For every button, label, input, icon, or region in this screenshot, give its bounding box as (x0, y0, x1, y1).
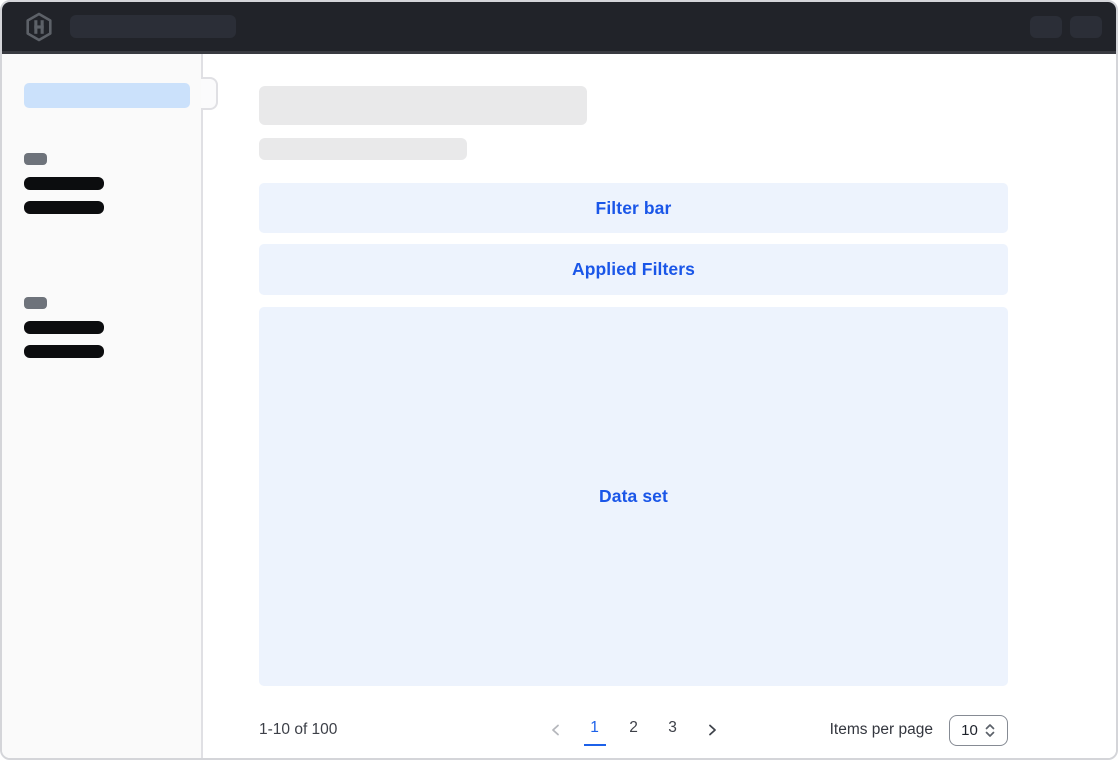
sidebar-selected-item-skeleton[interactable] (24, 83, 190, 108)
pagination-bar: 1-10 of 100 1 2 3 (259, 712, 1008, 748)
app-body: Filter bar Applied Filters Data set 1-10… (2, 54, 1116, 758)
sidebar-section-label-skeleton (24, 153, 47, 165)
items-per-page-label: Items per page (830, 721, 933, 739)
select-caret-icon (984, 723, 996, 738)
app-window: Filter bar Applied Filters Data set 1-10… (0, 0, 1118, 760)
sidebar-item-skeleton[interactable] (24, 321, 104, 334)
sidebar-item-skeleton[interactable] (24, 177, 104, 190)
filter-bar-label: Filter bar (596, 198, 672, 219)
user-menu-skeleton[interactable] (1070, 16, 1102, 38)
applied-filters-region: Applied Filters (259, 244, 1008, 295)
page-title-skeleton (259, 86, 587, 125)
search-input-skeleton[interactable] (70, 15, 236, 38)
sidebar-section-label-skeleton (24, 297, 47, 309)
top-navbar (2, 2, 1116, 54)
help-button-skeleton[interactable] (1030, 16, 1062, 38)
data-set-label: Data set (599, 486, 668, 507)
sidebar-item-skeleton[interactable] (24, 345, 104, 358)
applied-filters-label: Applied Filters (572, 259, 695, 280)
filter-bar-region: Filter bar (259, 183, 1008, 233)
hashicorp-logo-icon (24, 12, 54, 42)
page-button-1[interactable]: 1 (584, 714, 606, 746)
page-button-2[interactable]: 2 (623, 714, 645, 746)
items-per-page-select[interactable]: 10 (949, 715, 1008, 746)
pagination-range-label: 1-10 of 100 (259, 721, 337, 739)
chevron-right-icon[interactable] (701, 719, 723, 741)
sidebar-item-skeleton[interactable] (24, 201, 104, 214)
sidebar-collapse-handle[interactable] (201, 77, 218, 110)
items-per-page-group: Items per page 10 (830, 715, 1008, 746)
sidebar (2, 54, 203, 758)
pagination-controls: 1 2 3 (545, 714, 723, 746)
page-button-3[interactable]: 3 (662, 714, 684, 746)
data-set-region: Data set (259, 307, 1008, 686)
chevron-left-icon[interactable] (545, 719, 567, 741)
items-per-page-value: 10 (961, 722, 978, 739)
main-content: Filter bar Applied Filters Data set 1-10… (203, 54, 1116, 758)
page-subtitle-skeleton (259, 138, 467, 160)
